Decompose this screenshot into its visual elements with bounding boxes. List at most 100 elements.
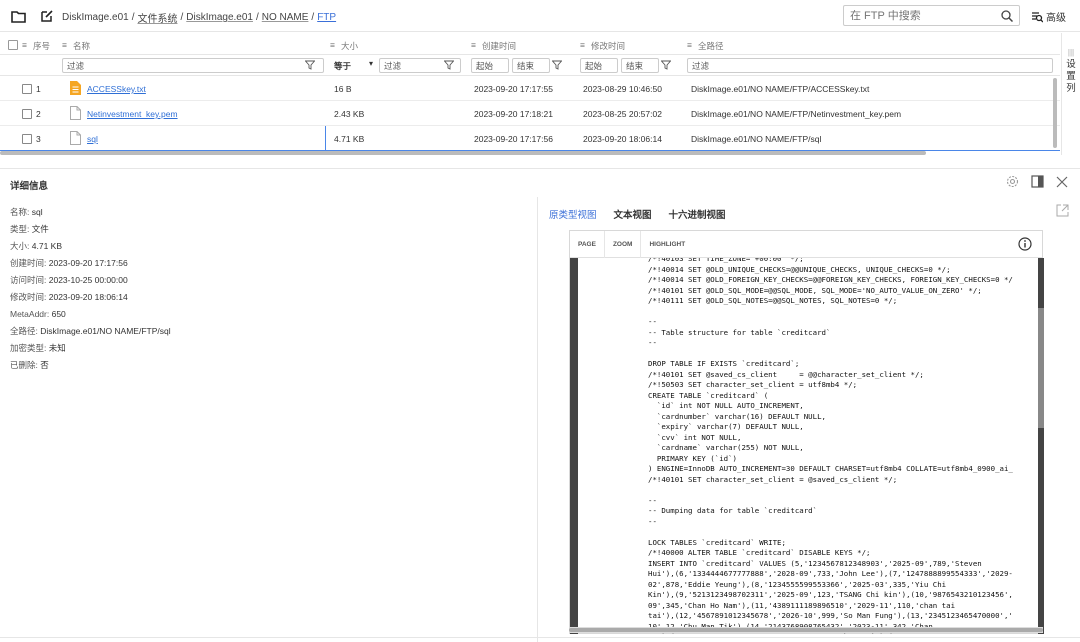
full-path: DiskImage.e01/NO NAME/FTP/Netinvestment_… [691,109,902,119]
chevron-down-icon[interactable]: ▾ [369,59,373,68]
column-menu-icon[interactable]: ≡ [471,40,476,50]
column-menu-icon[interactable]: ≡ [62,40,67,50]
size-operator-select[interactable]: 等于 [334,60,351,72]
filter-icon[interactable] [444,60,454,70]
code-line: /*!40111 SET @OLD_SQL_NOTES=@@SQL_NOTES,… [648,296,898,305]
table-row[interactable]: 2 Netinvestment_key.pem 2.43 KB 2023-09-… [0,101,1060,126]
code-line: -- [648,516,657,526]
code-line: /*!40101 SET @OLD_SQL_MODE=@@SQL_MODE, S… [648,285,982,295]
viewer-vertical-scrollbar[interactable] [1038,308,1044,428]
header-index[interactable]: 序号 [33,40,50,52]
divider [0,168,1080,169]
cell-focus-border [325,126,326,150]
document-viewer: PAGE ZOOM HIGHLIGHT /*!40103 SET TIME_ZO… [569,230,1044,634]
code-line: `expiry` varchar(7) DEFAULT NULL, [648,422,804,431]
filter-icon[interactable] [305,60,315,70]
column-settings-tab[interactable]: ||| 设 置 列 [1061,33,1080,155]
table-vertical-scrollbar[interactable] [1053,78,1057,148]
details-controls [1006,175,1068,188]
header-fullpath[interactable]: 全路径 [698,40,724,52]
row-checkbox[interactable] [22,108,32,119]
code-line: `cardname` varchar(255) NOT NULL, [648,443,804,452]
breadcrumb-item[interactable]: NO NAME [262,12,309,23]
header-created[interactable]: 创建时间 [482,40,516,52]
row-checkbox[interactable] [22,83,32,94]
column-menu-icon[interactable]: ≡ [687,40,692,50]
page-margin [570,258,578,634]
gear-icon[interactable] [1006,175,1019,188]
edit-icon[interactable] [38,7,56,25]
table-row[interactable]: 3 sql 4.71 KB 2023-09-20 17:17:56 2023-0… [0,126,1060,151]
viewer-highlight-button[interactable]: HIGHLIGHT [641,231,693,258]
search-input[interactable] [850,9,1001,22]
code-line: -- Table structure for table `creditcard… [648,327,831,337]
code-content: /*!40103 SET TIME_ZONE='+00:00' */;/*!40… [570,258,1044,634]
search-icon[interactable] [1001,9,1013,22]
header-size[interactable]: 大小 [341,40,358,52]
modified-end-input[interactable]: 结束 [621,58,659,73]
code-line: CREATE TABLE `creditcard` ( [648,390,769,400]
code-line: PRIMARY KEY (`id`) [648,453,737,463]
full-path: DiskImage.e01/NO NAME/FTP/sql [691,134,822,144]
viewer-zoom-button[interactable]: ZOOM [605,230,642,258]
breadcrumb-item[interactable]: 文件系统 [137,10,177,25]
select-all-checkbox[interactable] [8,39,18,50]
row-index: 2 [36,109,41,119]
file-name-link[interactable]: Netinvestment_key.pem [87,109,178,119]
property-list: 名称: sql 类型: 文件 大小: 4.71 KB 创建时间: 2023-09… [10,204,171,374]
breadcrumb-item[interactable]: DiskImage.e01 [186,12,253,23]
column-menu-icon[interactable]: ≡ [580,40,585,50]
property-row: MetaAddr: 650 [10,309,66,319]
breadcrumb-item[interactable]: DiskImage.e01 [62,12,129,23]
column-menu-icon[interactable]: ≡ [330,40,335,50]
panel-divider[interactable] [537,197,538,642]
code-line: /*!50503 SET character_set_client = utf8… [648,380,858,389]
viewer-horizontal-scrollbar[interactable] [569,627,1043,633]
table-row[interactable]: 1 ACCESSkey.txt 16 B 2023-09-20 17:17:55… [0,76,1060,101]
code-line: INSERT INTO `creditcard` VALUES (5,'1234… [648,558,982,568]
fullpath-filter-input[interactable]: 过滤 [687,58,1053,73]
viewer-page-button[interactable]: PAGE [570,230,605,258]
property-row: 全路径: DiskImage.e01/NO NAME/FTP/sql [10,326,171,336]
modified-start-input[interactable]: 起始 [580,58,618,73]
close-icon[interactable] [1056,176,1068,188]
code-line: /*!40014 SET @OLD_UNIQUE_CHECKS=@@UNIQUE… [648,264,951,274]
header-name[interactable]: 名称 [73,40,90,52]
filter-icon[interactable] [661,60,671,70]
created-end-input[interactable]: 结束 [512,58,550,73]
code-line: tai'),(12,'4567891012345678','2026-10',9… [648,611,1013,620]
folder-icon[interactable] [9,7,27,25]
sql-text: /*!40103 SET TIME_ZONE='+00:00' */;/*!40… [648,258,1028,634]
code-line: DROP TABLE IF EXISTS `creditcard`; [648,359,800,368]
filter-icon[interactable] [552,60,562,70]
code-line: -- Dumping data for table `creditcard` [648,506,818,515]
code-line: -- [648,495,657,505]
header-modified[interactable]: 修改时间 [591,40,625,52]
file-name-link[interactable]: sql [87,134,98,144]
file-icon [70,131,81,147]
property-row: 加密类型: 未知 [10,343,66,353]
advanced-search-button[interactable]: 高级 [1031,9,1066,24]
breadcrumb-item-current[interactable]: FTP [317,12,336,23]
search-box [843,5,1020,26]
file-table: ≡ 序号 ≡ 名称 ≡ 大小 ≡ 创建时间 ≡ 修改时间 ≡ 全路径 过滤 等于… [0,33,1060,151]
external-link-icon[interactable] [1056,204,1069,217]
created-start-input[interactable]: 起始 [471,58,509,73]
tab-text-view[interactable]: 文本视图 [614,207,652,221]
file-name-link[interactable]: ACCESSkey.txt [87,84,146,94]
tab-hex-view[interactable]: 十六进制视图 [669,207,726,221]
code-line: /*!40101 SET character_set_client = @sav… [648,474,898,484]
file-size: 4.71 KB [334,134,365,144]
divider [0,637,1080,638]
code-line: `id` int NOT NULL AUTO_INCREMENT, [648,401,804,410]
details-title: 详细信息 [10,181,49,192]
info-icon[interactable] [1018,237,1032,251]
row-index: 1 [36,84,41,94]
tab-native-view[interactable]: 原类型视图 [549,207,597,221]
split-panel-icon[interactable] [1031,175,1044,188]
name-filter-input[interactable]: 过滤 [62,58,324,73]
row-index: 3 [36,134,41,144]
column-menu-icon[interactable]: ≡ [22,40,27,50]
row-checkbox[interactable] [22,133,32,144]
table-horizontal-scrollbar[interactable] [0,151,926,155]
